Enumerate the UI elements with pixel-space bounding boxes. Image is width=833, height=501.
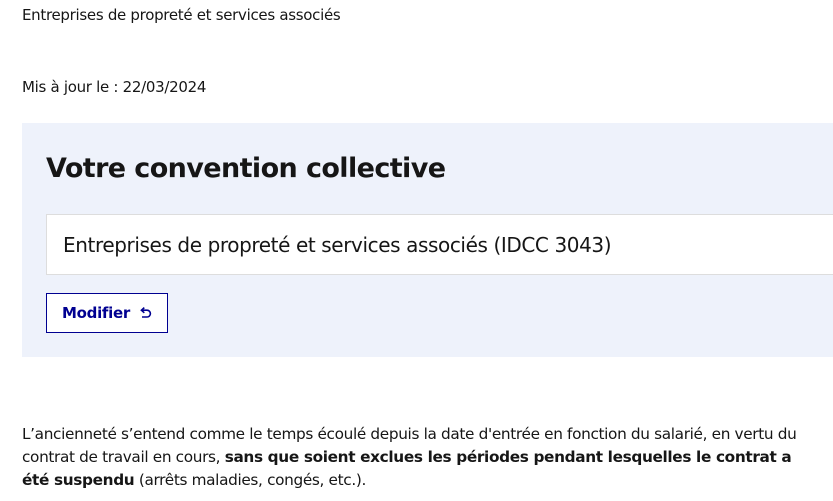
convention-card: Votre convention collective Entreprises … <box>22 123 833 357</box>
convention-card-title: Votre convention collective <box>46 153 446 184</box>
modify-button-label: Modifier <box>62 304 130 322</box>
selected-convention-value: Entreprises de propreté et services asso… <box>63 233 612 257</box>
paragraph-text-end: (arrêts maladies, congés, etc.). <box>134 471 366 489</box>
anciennete-paragraph: L’ancienneté s’entend comme le temps éco… <box>22 423 822 492</box>
undo-arrow-icon <box>138 306 152 320</box>
updated-date: Mis à jour le : 22/03/2024 <box>22 78 207 96</box>
selected-convention-field: Entreprises de propreté et services asso… <box>46 214 833 275</box>
page: Entreprises de propreté et services asso… <box>0 0 833 501</box>
convention-name-header: Entreprises de propreté et services asso… <box>22 6 341 24</box>
modify-button[interactable]: Modifier <box>46 293 168 333</box>
